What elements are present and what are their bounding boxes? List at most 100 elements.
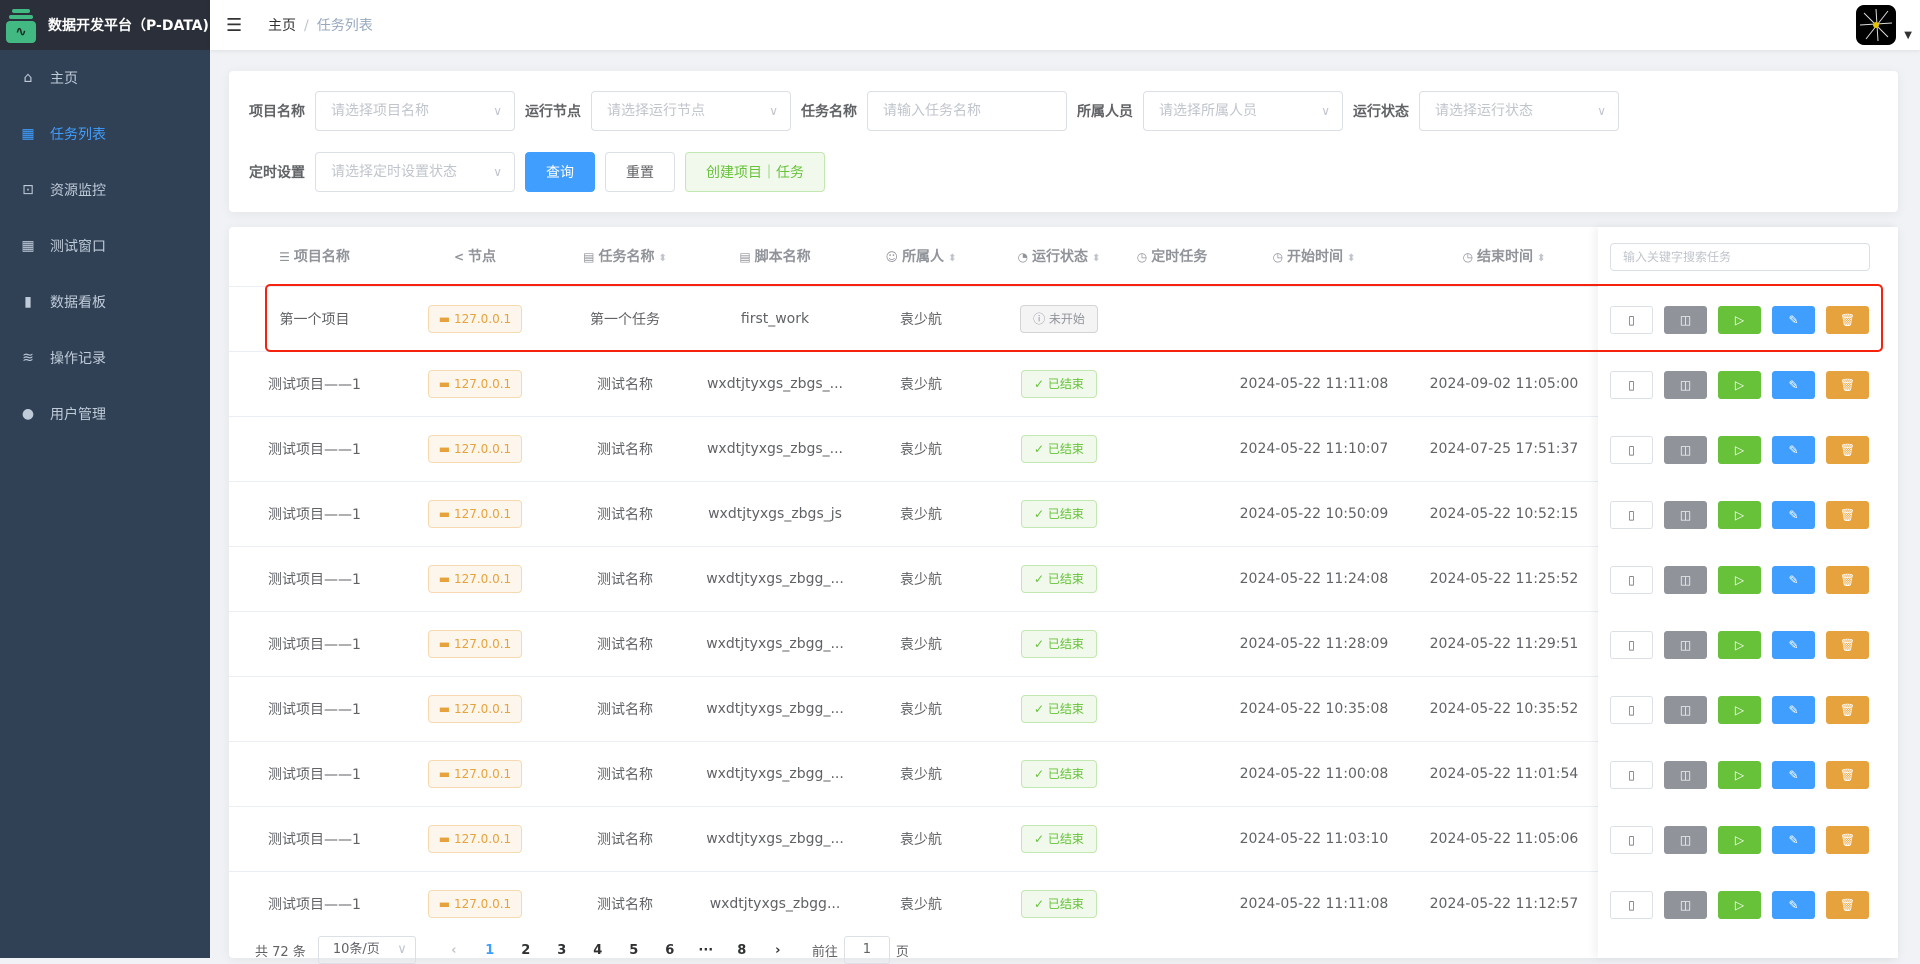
sidebar-item[interactable]: ⊡ 资源监控 [0,162,210,218]
avatar[interactable] [1856,5,1896,45]
delete-button[interactable]: 🗑 [1826,696,1869,724]
goto-page-input[interactable]: 1 [843,936,890,964]
log-button[interactable]: ▯ [1610,566,1653,594]
delete-button[interactable]: 🗑 [1826,891,1869,919]
column-header[interactable]: ▤ 任务名称 ⬍ [550,227,700,286]
timer-select[interactable]: 请选择定时设置状态 ∨ [315,152,515,192]
task-input[interactable]: 请输入任务名称 [867,91,1067,131]
detail-button[interactable]: ◫ [1664,826,1707,854]
run-button[interactable]: ▷ [1718,371,1761,399]
keyword-search-input[interactable]: 输入关键字搜索任务 [1610,243,1870,271]
run-button[interactable]: ▷ [1718,826,1761,854]
column-header[interactable]: ◷ 开始时间 ⬍ [1218,227,1410,286]
column-header[interactable]: ◔ 运行状态 ⬍ [992,227,1126,286]
detail-button[interactable]: ◫ [1664,566,1707,594]
edit-button[interactable]: ✎ [1772,501,1815,529]
actions-column: 输入关键字搜索任务 ▯ ◫ ▷ ✎ 🗑 ▯ ◫ ▷ ✎ 🗑 ▯ ◫ ▷ ✎ 🗑 … [1598,227,1898,958]
run-button[interactable]: ▷ [1718,566,1761,594]
detail-button[interactable]: ◫ [1664,436,1707,464]
sort-icon[interactable]: ⬍ [1537,253,1545,264]
log-button[interactable]: ▯ [1610,501,1653,529]
edit-button[interactable]: ✎ [1772,306,1815,334]
delete-button[interactable]: 🗑 [1826,501,1869,529]
detail-button[interactable]: ◫ [1664,631,1707,659]
edit-button[interactable]: ✎ [1772,371,1815,399]
notebook-icon: ▯ [1628,898,1635,912]
edit-button[interactable]: ✎ [1772,826,1815,854]
sort-icon[interactable]: ⬍ [1092,253,1100,264]
log-button[interactable]: ▯ [1610,631,1653,659]
delete-button[interactable]: 🗑 [1826,761,1869,789]
delete-button[interactable]: 🗑 [1826,306,1869,334]
prev-page-button[interactable]: ‹ [436,943,472,958]
run-button[interactable]: ▷ [1718,891,1761,919]
edit-button[interactable]: ✎ [1772,566,1815,594]
detail-button[interactable]: ◫ [1664,761,1707,789]
app-logo[interactable]: ∿ 数据开发平台（P-DATA) [0,0,210,50]
log-button[interactable]: ▯ [1610,696,1653,724]
column-header[interactable]: ☺ 所属人 ⬍ [850,227,992,286]
column-header[interactable]: ◷ 结束时间 ⬍ [1410,227,1598,286]
caret-down-icon[interactable]: ▼ [1904,30,1912,41]
page-number[interactable]: 4 [580,943,616,958]
page-number[interactable]: 1 [472,943,508,958]
run-button[interactable]: ▷ [1718,501,1761,529]
log-button[interactable]: ▯ [1610,436,1653,464]
sidebar-item[interactable]: ▦ 任务列表 [0,106,210,162]
page-size-select[interactable]: 10条/页 ∨ [317,936,416,964]
run-button[interactable]: ▷ [1718,436,1761,464]
hamburger-icon[interactable]: ☰ [226,15,246,36]
page-number[interactable]: 2 [508,943,544,958]
edit-button[interactable]: ✎ [1772,696,1815,724]
breadcrumb: 主页 / 任务列表 [268,15,373,35]
page-number[interactable]: 6 [652,943,688,958]
log-button[interactable]: ▯ [1610,826,1653,854]
node-select[interactable]: 请选择运行节点 ∨ [591,91,791,131]
page-number[interactable]: ··· [688,943,724,958]
sidebar-item[interactable]: ≋ 操作记录 [0,330,210,386]
detail-button[interactable]: ◫ [1664,696,1707,724]
sidebar-item[interactable]: ● 用户管理 [0,386,210,442]
delete-button[interactable]: 🗑 [1826,371,1869,399]
sidebar-item[interactable]: ⌂ 主页 [0,50,210,106]
edit-button[interactable]: ✎ [1772,761,1815,789]
delete-button[interactable]: 🗑 [1826,826,1869,854]
run-button[interactable]: ▷ [1718,306,1761,334]
detail-button[interactable]: ◫ [1664,371,1707,399]
detail-button[interactable]: ◫ [1664,501,1707,529]
detail-button[interactable]: ◫ [1664,891,1707,919]
run-button[interactable]: ▷ [1718,631,1761,659]
edit-button[interactable]: ✎ [1772,436,1815,464]
delete-button[interactable]: 🗑 [1826,631,1869,659]
edit-button[interactable]: ✎ [1772,631,1815,659]
breadcrumb-home[interactable]: 主页 [268,18,296,34]
page-number[interactable]: 5 [616,943,652,958]
page-number[interactable]: 3 [544,943,580,958]
next-page-button[interactable]: › [760,943,796,958]
sort-icon[interactable]: ⬍ [948,253,956,264]
log-button[interactable]: ▯ [1610,306,1653,334]
log-button[interactable]: ▯ [1610,371,1653,399]
chevron-down-icon: ∨ [493,165,502,179]
owner-select[interactable]: 请选择所属人员 ∨ [1143,91,1343,131]
reset-button[interactable]: 重置 [605,152,675,192]
log-button[interactable]: ▯ [1610,761,1653,789]
project-select[interactable]: 请选择项目名称 ∨ [315,91,515,131]
edit-button[interactable]: ✎ [1772,891,1815,919]
create-button[interactable]: 创建项目｜任务 [685,152,825,192]
query-button[interactable]: 查询 [525,152,595,192]
run-button[interactable]: ▷ [1718,761,1761,789]
status-select[interactable]: 请选择运行状态 ∨ [1419,91,1619,131]
delete-button[interactable]: 🗑 [1826,436,1869,464]
sidebar-item[interactable]: ▮ 数据看板 [0,274,210,330]
page-number[interactable]: 8 [724,943,760,958]
delete-button[interactable]: 🗑 [1826,566,1869,594]
sort-icon[interactable]: ⬍ [1347,253,1355,264]
table-row: 测试项目——1 ▬ 127.0.0.1 测试名称 wxdtjtyxgs_zbgg… [229,870,1598,936]
detail-button[interactable]: ◫ [1664,306,1707,334]
sidebar-item[interactable]: ▦ 测试窗口 [0,218,210,274]
run-button[interactable]: ▷ [1718,696,1761,724]
log-button[interactable]: ▯ [1610,891,1653,919]
cell-end: 2024-05-22 10:35:52 [1410,675,1598,741]
sort-icon[interactable]: ⬍ [658,253,666,264]
